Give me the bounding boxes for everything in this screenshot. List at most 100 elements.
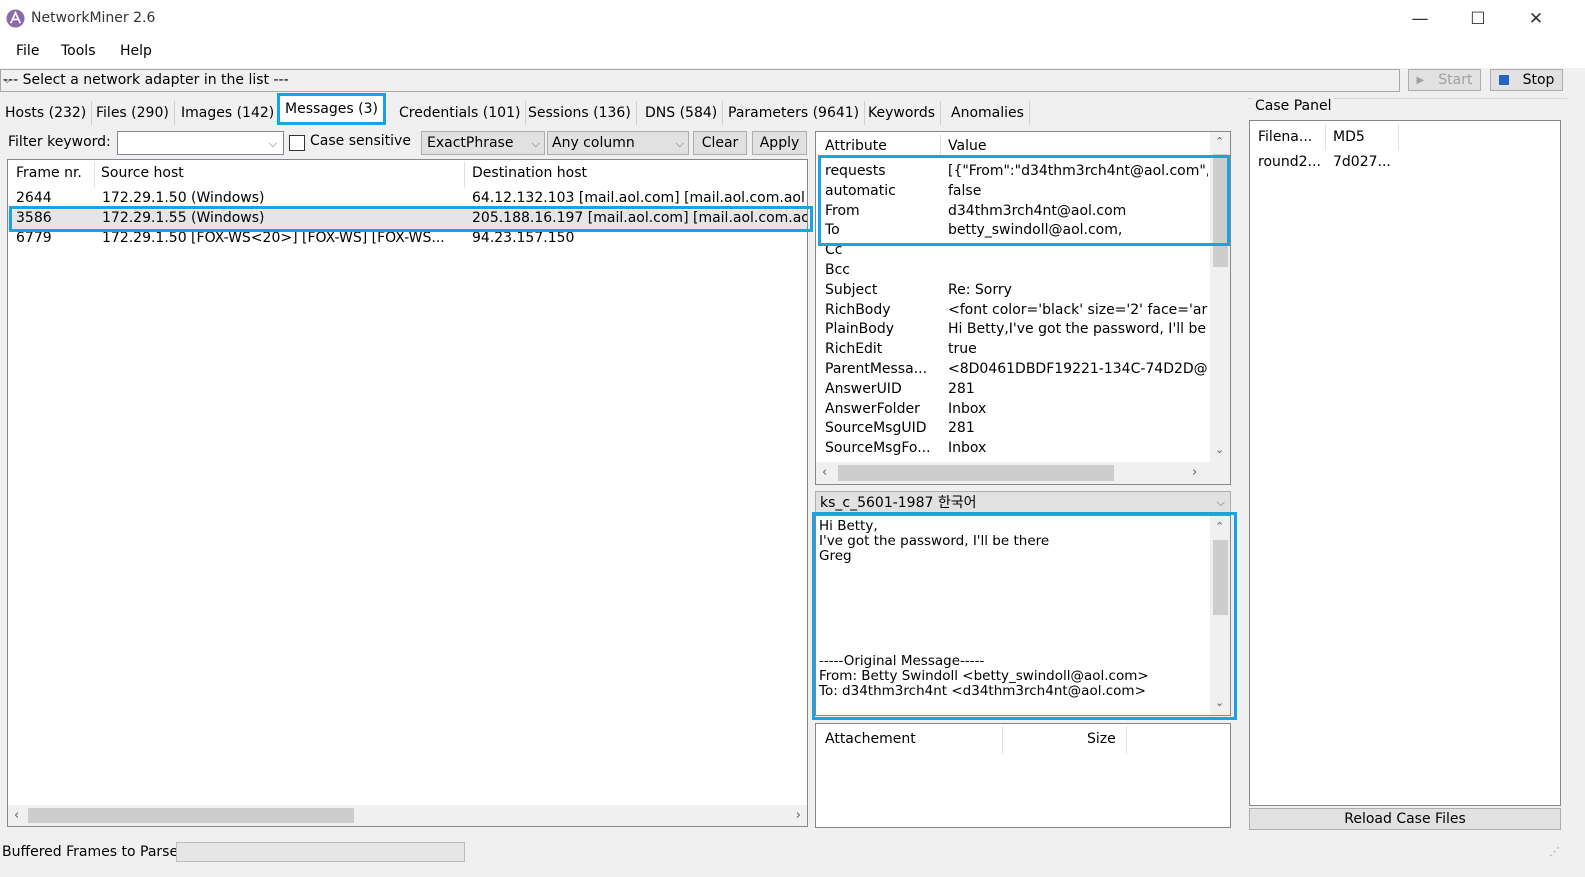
menu-help[interactable]: Help — [120, 43, 152, 59]
attributes-highlight — [818, 155, 1230, 246]
case-sensitive-checkbox[interactable] — [289, 135, 305, 151]
chevron-right-icon[interactable]: › — [1192, 465, 1197, 480]
column-header-frame[interactable]: Frame nr. — [16, 165, 82, 181]
attribute-row[interactable]: SourceMsgUID 281 — [816, 420, 1208, 440]
attribute-name: PlainBody — [825, 321, 895, 338]
chevron-down-icon: ⌵ — [531, 137, 540, 150]
tab-credentials[interactable]: Credentials (101) — [394, 101, 527, 125]
filter-keyword-label: Filter keyword: — [8, 134, 111, 150]
match-mode-select[interactable]: ExactPhrase ⌵ — [421, 131, 545, 155]
attribute-name: RichEdit — [825, 341, 883, 358]
chevron-up-icon[interactable]: ⌃ — [1215, 135, 1224, 148]
horizontal-scrollbar[interactable]: ‹ › — [816, 462, 1230, 484]
tab-images[interactable]: Images (142) — [176, 101, 281, 125]
case-panel-title: Case Panel — [1253, 98, 1334, 114]
network-adapter-select[interactable]: --- Select a network adapter in the list… — [0, 69, 1400, 92]
menu-file[interactable]: File — [16, 43, 39, 59]
chevron-down-icon: ⌵ — [268, 137, 277, 150]
case-sensitive-label: Case sensitive — [310, 133, 411, 149]
buffered-frames-progress — [176, 842, 465, 862]
chevron-right-icon[interactable]: › — [796, 808, 801, 823]
attribute-value: <font color='black' size='2' face='aria — [948, 301, 1208, 318]
networkminer-app-icon — [6, 9, 25, 28]
tab-files[interactable]: Files (290) — [91, 101, 175, 125]
column-header-filename[interactable]: Filena... — [1258, 129, 1312, 145]
selected-row-highlight — [9, 206, 813, 232]
attribute-value: Hi Betty,I've got the password, I'll be — [948, 321, 1207, 338]
menu-bar: File Tools Help — [0, 38, 1585, 68]
maximize-button[interactable]: ☐ — [1449, 0, 1507, 38]
chevron-left-icon[interactable]: ‹ — [822, 465, 827, 480]
attribute-name: ParentMessa... — [825, 361, 928, 377]
attribute-value: Inbox — [948, 440, 987, 457]
attribute-row[interactable]: AnswerUID 281 — [816, 381, 1208, 401]
tab-parameters[interactable]: Parameters (9641) — [723, 101, 866, 125]
column-header-value[interactable]: Value — [948, 138, 986, 154]
attribute-name: AnswerUID — [825, 380, 902, 397]
reload-case-files-button[interactable]: Reload Case Files — [1249, 808, 1561, 830]
stop-button[interactable]: Stop — [1490, 69, 1563, 91]
tab-sessions[interactable]: Sessions (136) — [523, 101, 637, 125]
attachments-list: Attachement Size — [815, 723, 1231, 828]
attribute-name: SourceMsgFo... — [825, 440, 931, 457]
attribute-row[interactable]: ParentMessa... <8D0461DBDF19221-134C-74D2… — [816, 361, 1208, 381]
attribute-value: 281 — [948, 420, 975, 437]
column-header-md5[interactable]: MD5 — [1333, 129, 1365, 145]
chevron-down-icon: ⌵ — [1216, 496, 1225, 509]
column-header-attachment[interactable]: Attachement — [825, 731, 916, 747]
attribute-row[interactable]: RichBody <font color='black' size='2' fac… — [816, 302, 1208, 322]
attribute-value: Re: Sorry — [948, 281, 1012, 298]
resize-grip-icon[interactable]: ⋰ — [1549, 845, 1560, 858]
case-files-list: Filena... MD5 round2... 7d027... — [1249, 120, 1561, 806]
attribute-row[interactable]: RichEdit true — [816, 341, 1208, 361]
attribute-name: Subject — [825, 281, 878, 298]
table-row[interactable]: 6779 172.29.1.50 [FOX-WS<20>] [FOX-WS] [… — [8, 230, 807, 250]
buffered-frames-label: Buffered Frames to Parse: — [2, 844, 183, 860]
tab-hosts[interactable]: Hosts (232) — [0, 101, 93, 125]
attribute-name: AnswerFolder — [825, 400, 920, 417]
attribute-row[interactable]: Bcc — [816, 262, 1208, 282]
message-body-highlight — [812, 512, 1237, 720]
attribute-row[interactable]: PlainBody Hi Betty,I've got the password,… — [816, 321, 1208, 341]
tab-keywords[interactable]: Keywords — [863, 101, 942, 125]
window-title: NetworkMiner 2.6 — [31, 10, 156, 26]
attribute-value: Inbox — [948, 400, 987, 417]
attribute-value: <8D0461DBDF19221-134C-74D2D@we — [948, 361, 1208, 377]
tab-dns[interactable]: DNS (584) — [640, 101, 724, 125]
tab-messages[interactable]: Messages (3) — [277, 93, 386, 125]
clear-button[interactable]: Clear — [693, 131, 747, 155]
horizontal-scrollbar[interactable]: ‹ › — [8, 805, 807, 826]
attribute-name: RichBody — [825, 301, 891, 318]
close-button[interactable]: ✕ — [1507, 0, 1565, 38]
attribute-row[interactable]: AnswerFolder Inbox — [816, 401, 1208, 421]
column-select[interactable]: Any column ⌵ — [547, 131, 689, 155]
attribute-value: true — [948, 341, 977, 358]
attribute-row[interactable]: Subject Re: Sorry — [816, 282, 1208, 302]
column-header-size[interactable]: Size — [1087, 731, 1116, 747]
apply-button[interactable]: Apply — [752, 131, 807, 155]
title-bar — [0, 0, 1585, 38]
menu-tools[interactable]: Tools — [61, 43, 96, 59]
column-header-source[interactable]: Source host — [101, 165, 184, 181]
column-header-destination[interactable]: Destination host — [472, 165, 587, 181]
chevron-down-icon: ⌵ — [3, 73, 12, 86]
attribute-name: Bcc — [825, 262, 850, 278]
column-header-attribute[interactable]: Attribute — [825, 138, 887, 154]
attribute-value: 281 — [948, 380, 975, 397]
scrollbar-thumb[interactable] — [838, 465, 1114, 481]
list-item[interactable]: round2... 7d027... — [1250, 152, 1560, 172]
play-icon: ▶ — [1416, 74, 1425, 86]
scrollbar-thumb[interactable] — [28, 808, 354, 823]
chevron-left-icon[interactable]: ‹ — [14, 808, 19, 823]
attribute-name: SourceMsgUID — [825, 420, 927, 437]
chevron-down-icon: ⌵ — [675, 137, 684, 150]
chevron-down-icon[interactable]: ⌄ — [1215, 443, 1224, 456]
filter-keyword-input[interactable]: ⌵ — [117, 131, 284, 155]
encoding-select[interactable]: ks_c_5601-1987 한국어 ⌵ — [815, 491, 1231, 513]
minimize-button[interactable]: — — [1391, 0, 1449, 38]
start-button[interactable]: ▶ Start — [1408, 69, 1481, 91]
messages-list: Frame nr. Source host Destination host 2… — [7, 159, 808, 827]
tab-anomalies[interactable]: Anomalies — [946, 101, 1030, 125]
attribute-row[interactable]: SourceMsgFo... Inbox — [816, 440, 1208, 460]
stop-icon — [1498, 75, 1509, 85]
